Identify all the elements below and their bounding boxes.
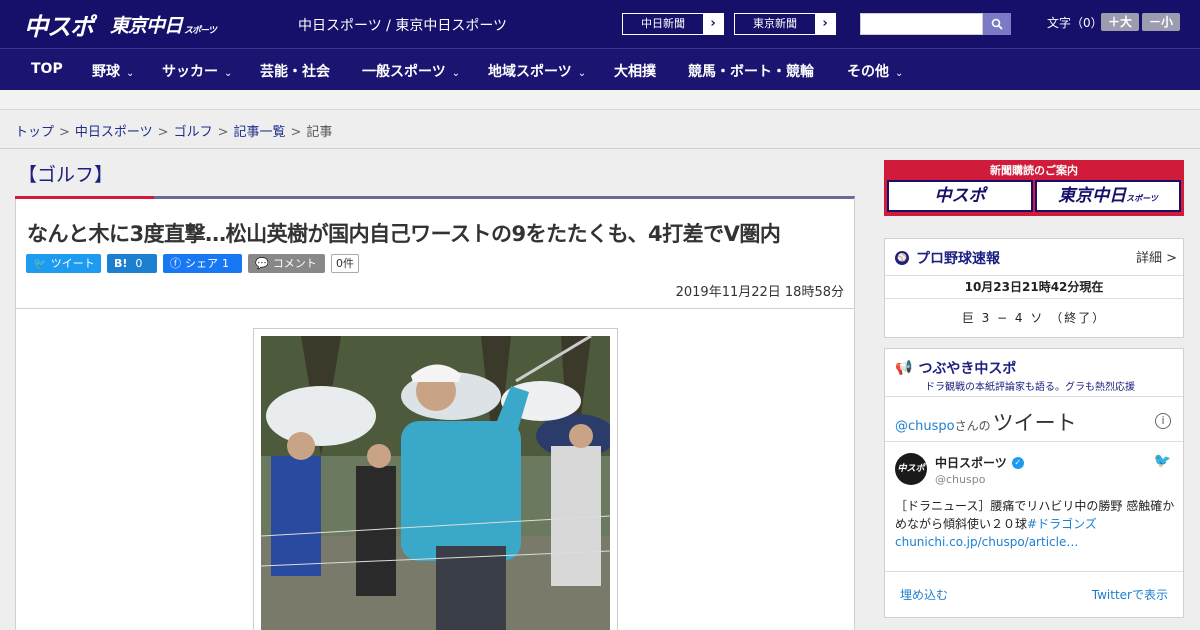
tweets-subtitle: ドラ観戦の本紙評論家も語る。グラも熱烈応援 <box>925 382 1135 393</box>
nav-item-entertainment[interactable]: 芸能・社会 <box>260 61 330 81</box>
chevron-down-icon: ⌄ <box>224 68 233 79</box>
pro-baseball-title: ⚾ プロ野球速報 <box>895 248 1000 268</box>
tweets-heading: @chuspoさんのツイート <box>895 411 1077 435</box>
speech-bubble-icon: 💬 <box>255 256 269 270</box>
nav-item-sumo[interactable]: 大相撲 <box>614 61 656 81</box>
tokyo-chunichi-logo[interactable]: 東京中日 スポーツ <box>110 8 217 40</box>
breadcrumb-separator: > <box>59 125 70 140</box>
breadcrumb-golf[interactable]: ゴルフ <box>174 125 213 140</box>
facebook-share-button[interactable]: ⓕ シェア 1 <box>163 253 242 273</box>
font-size-label: 文字（0） <box>1047 16 1103 30</box>
golfer-photo-illustration <box>261 336 610 630</box>
chevron-down-icon: ⌄ <box>126 68 135 79</box>
nav-item-regional-sports[interactable]: 地域スポーツ ⌄ <box>488 61 586 81</box>
nav-item-soccer[interactable]: サッカー ⌄ <box>162 61 232 81</box>
comment-button[interactable]: 💬 コメント <box>248 253 325 273</box>
chuspo-logo[interactable]: 中スポ <box>24 8 94 41</box>
megaphone-icon: 📢 <box>895 360 913 376</box>
avatar[interactable]: 中スポ <box>895 453 927 485</box>
breadcrumb-article-list[interactable]: 記事一覧 <box>234 125 286 140</box>
breadcrumb-separator: > <box>217 125 229 140</box>
chunichi-shimbun-button[interactable]: 中日新聞 › <box>622 13 724 35</box>
pro-baseball-panel: ⚾ プロ野球速報 詳細 > 10月23日21時42分現在 巨 3 − 4 ソ （終… <box>884 238 1184 338</box>
tweet-label: ツイート <box>50 257 95 270</box>
breadcrumb-separator: > <box>290 125 302 140</box>
hashtag-link[interactable]: #ドラゴンズ <box>1027 517 1097 531</box>
subscription-ad-banner[interactable]: 新聞購読のご案内 中スポ 東京中日スポーツ <box>884 160 1184 216</box>
chevron-right-icon: › <box>703 14 723 34</box>
sub-bar <box>0 90 1200 110</box>
baseball-timestamp: 10月23日21時42分現在 <box>885 275 1183 299</box>
divider <box>885 396 1183 397</box>
tweet-account-user[interactable]: @chuspo <box>935 473 985 486</box>
share-bar: 🐦 ツイート B! 0 ⓕ シェア 1 💬 コメント 0件 <box>26 253 359 273</box>
baseball-icon: ⚾ <box>895 251 909 265</box>
breadcrumb-top[interactable]: トップ <box>15 125 54 140</box>
chevron-right-icon: › <box>815 14 835 34</box>
search-input[interactable] <box>860 13 983 35</box>
baseball-detail-link[interactable]: 詳細 > <box>1136 247 1177 266</box>
nav-item-racing[interactable]: 競馬・ボート・競輪 <box>688 61 814 81</box>
breadcrumb-divider <box>0 148 1200 149</box>
tweet-button[interactable]: 🐦 ツイート <box>26 253 101 273</box>
ad-chuspo-logo[interactable]: 中スポ <box>887 180 1033 212</box>
font-size-increase-button[interactable]: ＋大 <box>1101 13 1139 31</box>
tokyo-shimbun-button[interactable]: 東京新聞 › <box>734 13 836 35</box>
nav-item-general-sports[interactable]: 一般スポーツ ⌄ <box>362 61 460 81</box>
article-category: 【ゴルフ】 <box>18 164 114 186</box>
facebook-share-count: 1 <box>222 256 229 270</box>
verified-badge-icon: ✓ <box>1011 456 1024 469</box>
search-button[interactable] <box>983 13 1011 35</box>
facebook-icon: ⓕ <box>170 257 181 270</box>
breadcrumb: トップ > 中日スポーツ > ゴルフ > 記事一覧 > 記事 <box>15 121 332 140</box>
article-date: 2019年11月22日 18時58分 <box>675 285 844 300</box>
twitter-bird-icon: 🐦 <box>33 256 47 270</box>
hatena-bookmark-button[interactable]: B! 0 <box>107 253 157 273</box>
twitter-bird-icon[interactable]: 🐦 <box>1154 453 1171 469</box>
nav-item-other[interactable]: その他 ⌄ <box>847 61 903 81</box>
article-headline: なんと木に3度直撃…松山英樹が国内自己ワーストの9をたたくも、4打差でV圏内 <box>27 222 781 246</box>
category-accent-bar <box>15 196 154 199</box>
breadcrumb-current: 記事 <box>306 125 333 140</box>
tweets-handle[interactable]: @chuspo <box>895 419 955 434</box>
comment-count: 0件 <box>331 253 359 273</box>
nav-item-top[interactable]: TOP <box>31 61 63 77</box>
facebook-share-label: シェア <box>185 257 218 270</box>
comment-label: コメント <box>272 257 317 270</box>
breadcrumb-separator: > <box>157 125 169 140</box>
chevron-down-icon: ⌄ <box>451 68 461 79</box>
hatena-count: 0 <box>135 256 143 270</box>
search-icon <box>991 18 1003 30</box>
site-title[interactable]: 中日スポーツ / 東京中日スポーツ <box>298 15 507 35</box>
chunichi-shimbun-label: 中日新聞 <box>641 17 685 30</box>
embed-link[interactable]: 埋め込む <box>900 586 948 603</box>
chevron-down-icon: ⌄ <box>577 68 587 79</box>
hatena-icon: B! <box>114 256 128 270</box>
info-icon[interactable]: i <box>1155 413 1171 429</box>
tweet-article-link[interactable]: chunichi.co.jp/chuspo/article… <box>895 535 1078 549</box>
tweet-account-name[interactable]: 中日スポーツ ✓ <box>935 454 1024 471</box>
article-header-divider <box>16 308 854 309</box>
view-on-twitter-link[interactable]: Twitterで表示 <box>1092 586 1168 603</box>
font-size-decrease-button[interactable]: －小 <box>1142 13 1180 31</box>
tokyo-shimbun-label: 東京新聞 <box>753 17 797 30</box>
baseball-score[interactable]: 巨 3 − 4 ソ （終了） <box>885 309 1183 326</box>
divider <box>885 441 1183 442</box>
ad-tokyo-chunichi-logo[interactable]: 東京中日スポーツ <box>1035 180 1181 212</box>
twitter-panel: 📢 つぶやき中スポ ドラ観戦の本紙評論家も語る。グラも熱烈応援 @chuspoさん… <box>884 348 1184 618</box>
site-header: 中スポ 東京中日 スポーツ 中日スポーツ / 東京中日スポーツ 中日新聞 › 東京… <box>0 0 1200 48</box>
nav-item-baseball[interactable]: 野球 ⌄ <box>92 61 134 81</box>
tweet-text: ［ドラニュース］腰痛でリハビリ中の勝野 感触確かめながら傾斜使い２０球#ドラゴン… <box>895 499 1175 549</box>
chevron-down-icon: ⌄ <box>895 68 904 79</box>
main-nav: TOP 野球 ⌄ サッカー ⌄ 芸能・社会 一般スポーツ ⌄ 地域スポーツ ⌄ 大相撲 … <box>0 48 1200 90</box>
divider <box>885 571 1183 572</box>
article-photo[interactable] <box>261 336 610 630</box>
subscription-ad-title: 新聞購読のご案内 <box>990 164 1078 177</box>
breadcrumb-chunichi-sports[interactable]: 中日スポーツ <box>75 125 153 140</box>
tweets-title: 📢 つぶやき中スポ <box>895 360 1017 377</box>
